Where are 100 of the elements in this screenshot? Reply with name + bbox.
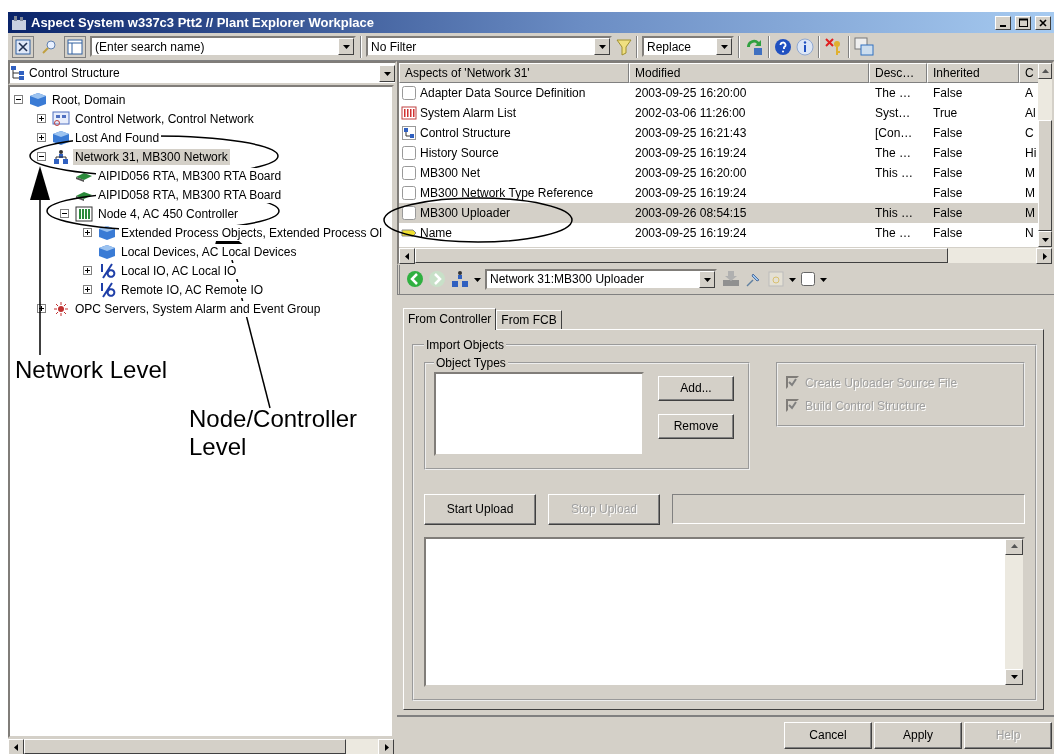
close-button[interactable]: [1035, 15, 1051, 30]
io-icon: [98, 262, 116, 279]
scrollbar[interactable]: [1038, 63, 1052, 248]
tree-item[interactable]: Local IO, AC Local IO: [119, 262, 239, 279]
table-cell: This …: [875, 206, 913, 220]
window-icon[interactable]: [854, 36, 874, 57]
page-icon[interactable]: [800, 270, 816, 289]
table-cell: False: [933, 206, 963, 220]
aspect-row[interactable]: MB300 Uploader 2003-09-26 08:54:15 This … False M: [399, 203, 1038, 223]
table-cell: M: [1025, 166, 1035, 180]
view-icon[interactable]: [64, 35, 86, 58]
button[interactable]: Start Upload: [424, 493, 536, 525]
caret-icon: [383, 69, 391, 77]
tab[interactable]: From Controller: [403, 307, 497, 330]
cube-icon: [52, 129, 70, 146]
caret-icon: [789, 275, 796, 283]
button[interactable]: Cancel: [784, 721, 872, 749]
tree-item[interactable]: Local Devices, AC Local Devices: [119, 243, 299, 260]
button[interactable]: Remove: [658, 413, 734, 439]
table-cell: Adapter Data Source Definition: [420, 86, 586, 100]
group-title: Import Objects: [425, 337, 506, 352]
column-header[interactable]: C: [1019, 63, 1038, 83]
table-cell: False: [933, 186, 963, 200]
table-cell: History Source: [420, 146, 499, 160]
mode-dropdown[interactable]: Replace: [642, 36, 734, 57]
caret-icon: [703, 275, 711, 283]
aspect-row[interactable]: MB300 Net 2003-09-25 16:20:00 This … False M: [399, 163, 1038, 183]
filter-dropdown[interactable]: No Filter: [366, 36, 612, 57]
table-cell: False: [933, 86, 963, 100]
page-icon: [401, 85, 417, 101]
table-cell: M: [1025, 186, 1035, 200]
tree-item[interactable]: AIPID056 RTA, MB300 RTA Board: [96, 167, 284, 184]
table-cell: This …: [875, 166, 913, 180]
tree-item[interactable]: OPC Servers, System Alarm and Event Group: [73, 300, 323, 317]
button[interactable]: Add...: [658, 375, 734, 401]
network-icon: [52, 110, 70, 127]
table-cell: 2003-09-25 16:21:43: [635, 126, 747, 140]
down-arrow-icon: [1041, 235, 1049, 243]
table-cell: 2003-09-25 16:20:00: [635, 86, 747, 100]
tree-item[interactable]: Network 31, MB300 Network: [73, 148, 230, 165]
button[interactable]: Apply: [874, 721, 962, 749]
caret-icon: [720, 43, 728, 50]
network-icon: [52, 148, 70, 165]
expand-icon[interactable]: [83, 266, 92, 275]
annotation-label: Network Level: [15, 356, 168, 384]
search-field[interactable]: (Enter search name): [90, 36, 356, 57]
caret-icon: [342, 43, 350, 50]
scrollbar[interactable]: [1005, 538, 1023, 685]
caret-icon: [820, 275, 827, 283]
table-cell: 2003-09-25 16:19:24: [635, 186, 747, 200]
column-header[interactable]: Inherited: [927, 63, 1019, 83]
column-header[interactable]: Desc…: [869, 63, 927, 83]
table-cell: Control Structure: [420, 126, 511, 140]
scrollbar[interactable]: [8, 738, 394, 754]
scrollbar[interactable]: [399, 247, 1052, 264]
table-cell: The …: [875, 86, 911, 100]
collapse-icon[interactable]: [60, 209, 69, 218]
table-cell: The …: [875, 226, 911, 240]
aspect-path-dropdown[interactable]: Network 31:MB300 Uploader: [485, 268, 717, 290]
structure-dropdown[interactable]: Control Structure: [8, 61, 397, 85]
expand-icon[interactable]: [37, 304, 46, 313]
network-icon[interactable]: [450, 270, 470, 289]
minimize-button[interactable]: [995, 15, 1011, 30]
page-icon: [401, 185, 417, 201]
window-title: Aspect System w337c3 Ptt2 // Plant Explorer Workplace: [31, 15, 375, 30]
close-icon[interactable]: [12, 35, 34, 58]
expand-icon[interactable]: [37, 133, 46, 142]
info-icon[interactable]: [796, 37, 814, 56]
table-cell: Syst…: [875, 106, 911, 120]
collapse-icon[interactable]: [37, 152, 46, 161]
down-arrow-icon: [1010, 673, 1018, 681]
tree-item[interactable]: Remote IO, AC Remote IO: [119, 281, 266, 298]
maximize-button[interactable]: [1015, 15, 1031, 30]
table-cell: MB300 Net: [420, 166, 481, 180]
right-arrow-icon: [1040, 252, 1048, 260]
expand-icon[interactable]: [83, 285, 92, 294]
close-icon: [1039, 18, 1047, 27]
back-icon[interactable]: [406, 270, 424, 289]
table-cell: [Con…: [875, 126, 913, 140]
aspect-row[interactable]: System Alarm List 2002-03-06 11:26:00 Syst… True Al: [399, 103, 1038, 123]
io-icon: [98, 281, 116, 298]
table-cell: M: [1025, 206, 1035, 220]
aspect-row[interactable]: History Source 2003-09-25 16:19:24 The … False Hi: [399, 143, 1038, 163]
alarm-list-icon: [401, 105, 417, 121]
right-arrow-icon: [382, 743, 390, 751]
column-header[interactable]: Modified: [629, 63, 869, 83]
controller-icon: [75, 205, 93, 222]
help-icon[interactable]: [774, 37, 792, 56]
page-icon: [401, 145, 417, 161]
left-arrow-icon: [403, 252, 411, 260]
table-cell: System Alarm List: [420, 106, 517, 120]
column-header[interactable]: Aspects of 'Network 31': [399, 63, 629, 83]
tab[interactable]: From FCB: [496, 309, 562, 329]
object-types-list[interactable]: [434, 371, 644, 456]
collapse-icon[interactable]: [14, 95, 23, 104]
tree-item[interactable]: Extended Process Objects, Extended Process Ol: [119, 224, 384, 241]
aspect-row[interactable]: MB300 Network Type Reference 2003-09-25 16:19:24 False M: [399, 183, 1038, 203]
expand-icon[interactable]: [37, 114, 46, 123]
structure-icon: [10, 65, 26, 81]
expand-icon[interactable]: [83, 228, 92, 237]
